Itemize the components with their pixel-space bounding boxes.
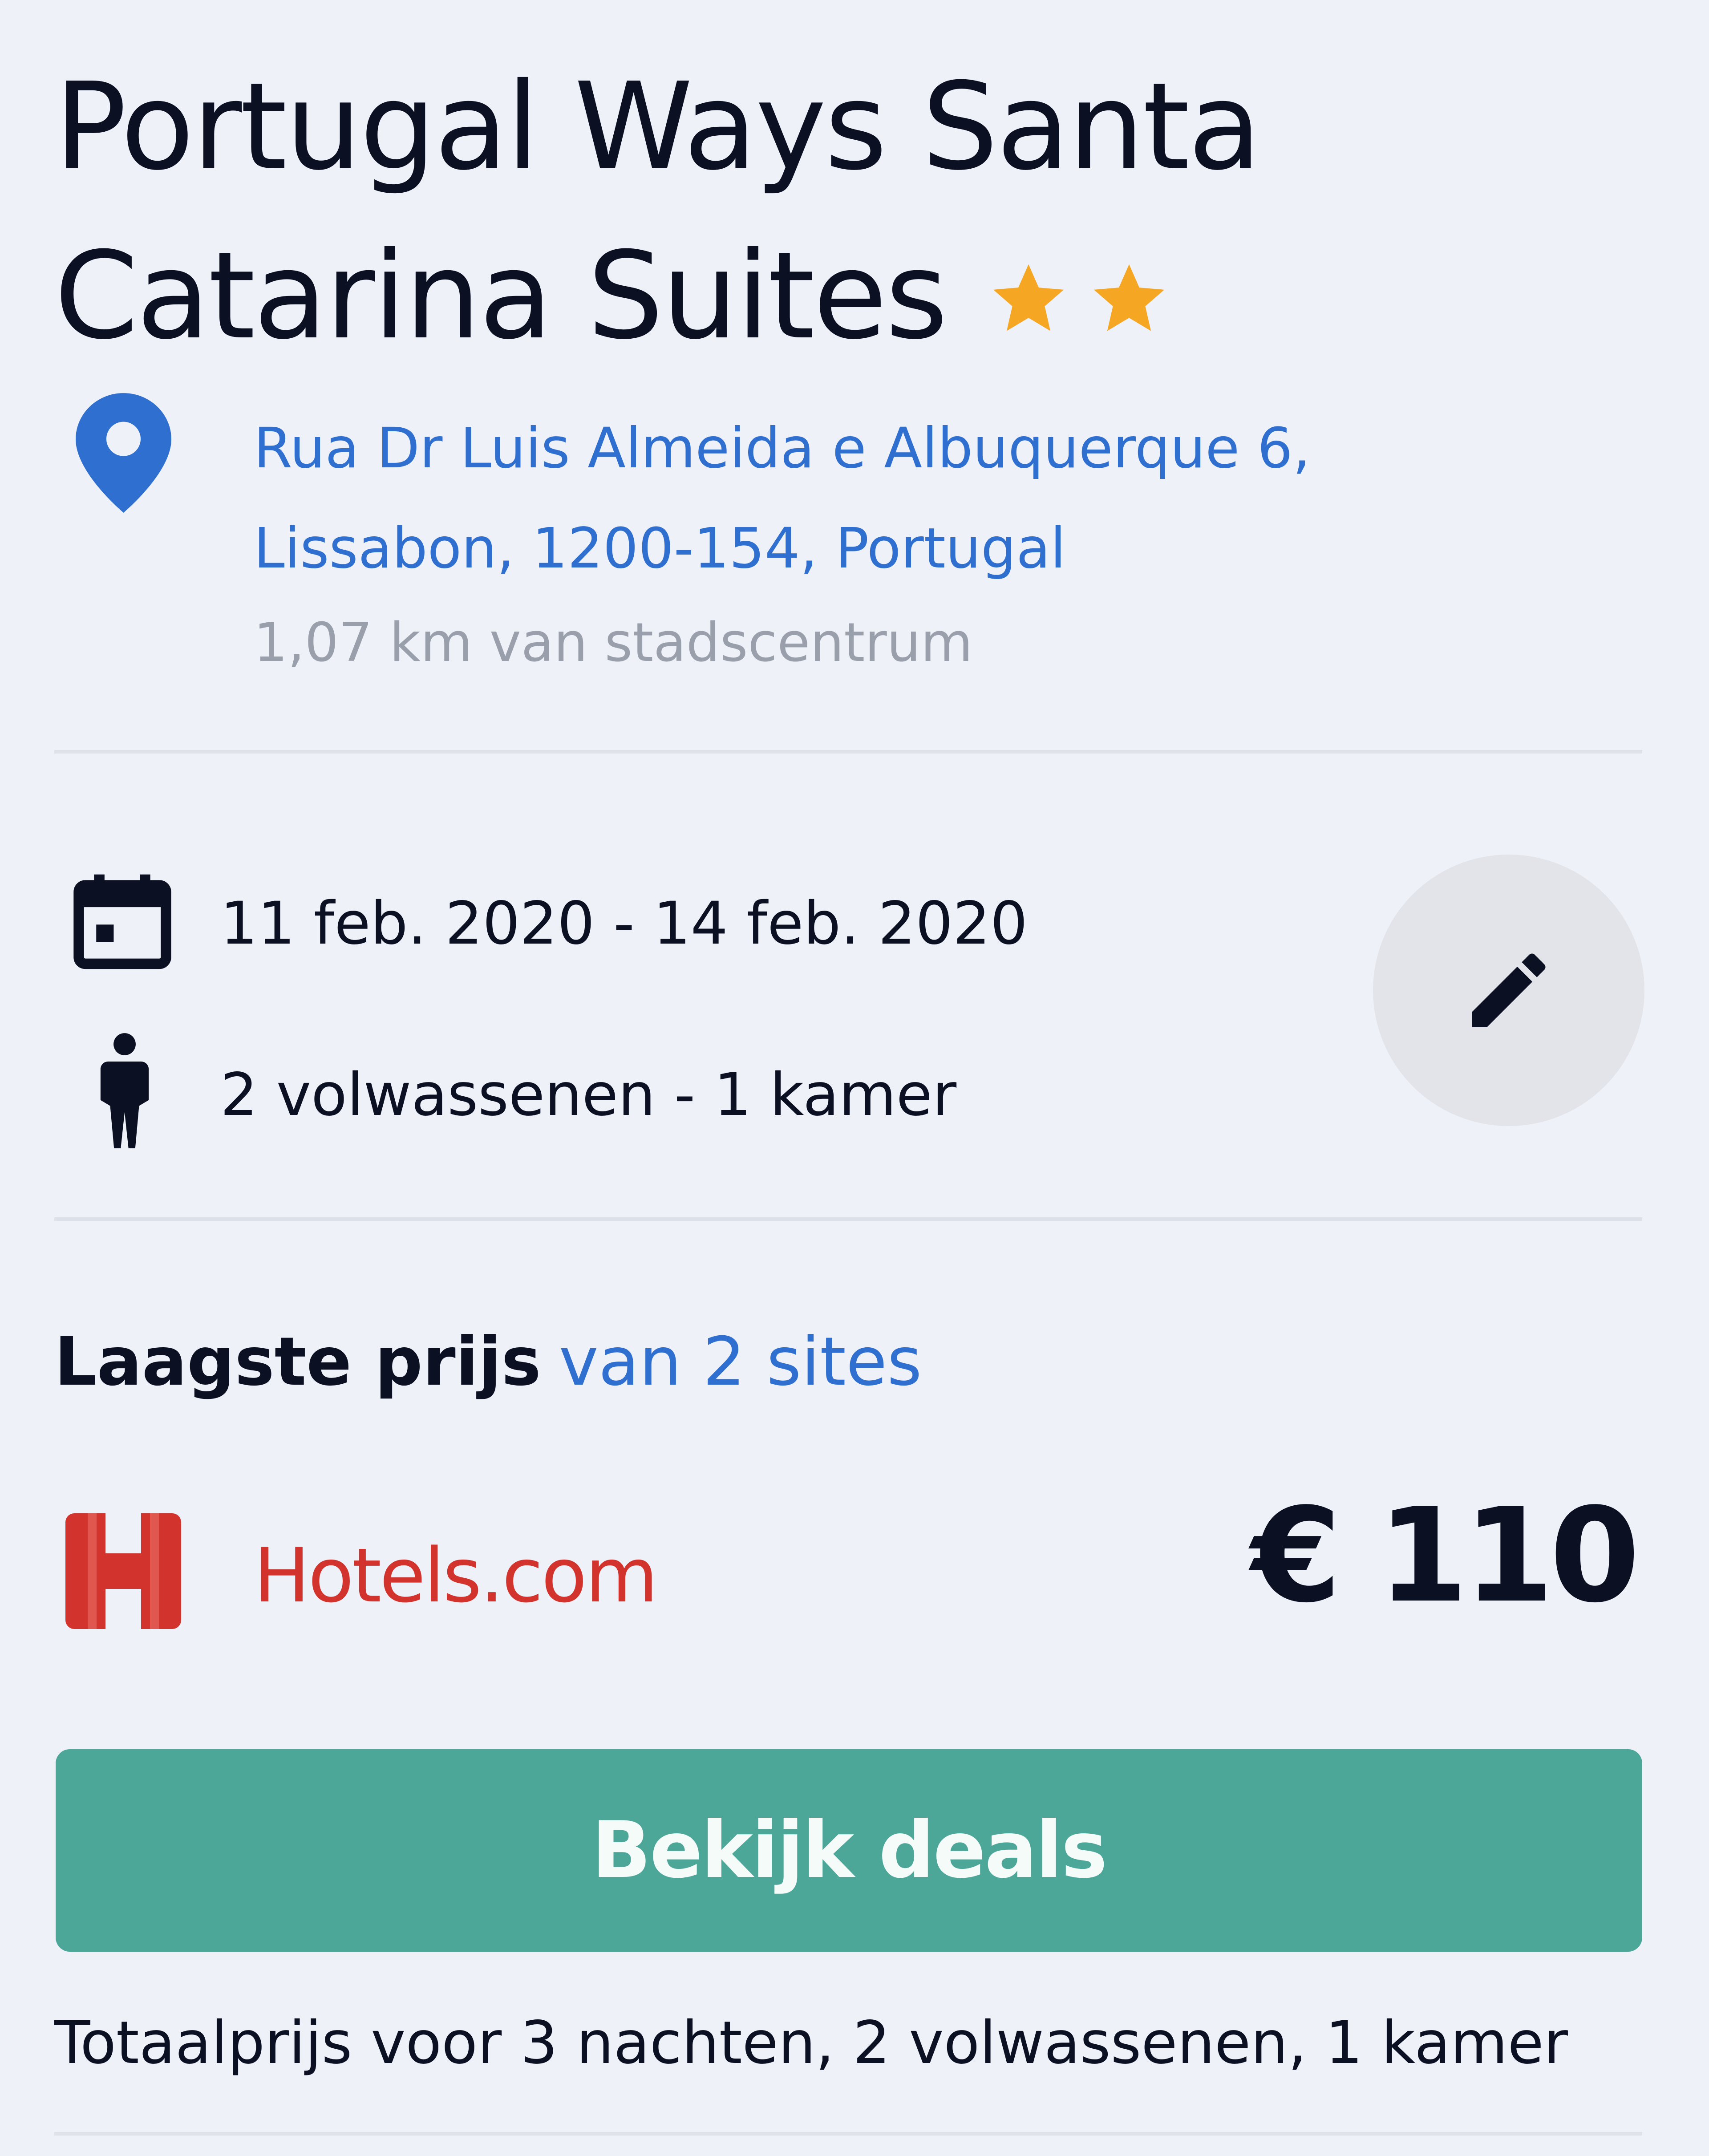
total-price-note: Totaalprijs voor 3 nachten, 2 volwassene… <box>54 2009 1568 2077</box>
lowest-price-heading: Laagste prijs van 2 sites <box>54 1317 922 1406</box>
stay-dates: 11 feb. 2020 - 14 feb. 2020 <box>220 889 1028 958</box>
star-rating <box>986 207 1187 376</box>
lowest-price-label: Laagste prijs <box>54 1323 541 1401</box>
divider <box>54 2132 1642 2136</box>
guest-summary: 2 volwassenen - 1 kamer <box>220 1061 957 1129</box>
pencil-icon <box>1472 953 1546 1027</box>
hotel-address-link[interactable]: Rua Dr Luis Almeida e Albuquerque 6, Lis… <box>254 398 1455 599</box>
divider <box>54 1217 1642 1221</box>
edit-search-button[interactable] <box>1373 855 1644 1126</box>
hotel-title: Portugal Ways Santa Catarina Suites <box>54 42 1478 389</box>
lowest-price: € 110 <box>1251 1480 1640 1631</box>
star-icon <box>1093 264 1165 331</box>
calendar-icon <box>73 874 171 969</box>
star-icon <box>993 264 1064 331</box>
person-icon <box>100 1033 149 1148</box>
map-pin-icon <box>76 393 171 513</box>
distance-text: 1,07 km van stadscentrum <box>254 612 973 674</box>
sites-link[interactable]: van 2 sites <box>559 1323 922 1401</box>
provider-name: Hotels.com <box>254 1532 658 1619</box>
divider <box>54 750 1642 754</box>
hotels-com-logo <box>65 1513 181 1629</box>
view-deals-button[interactable]: Bekijk deals <box>56 1749 1642 1952</box>
